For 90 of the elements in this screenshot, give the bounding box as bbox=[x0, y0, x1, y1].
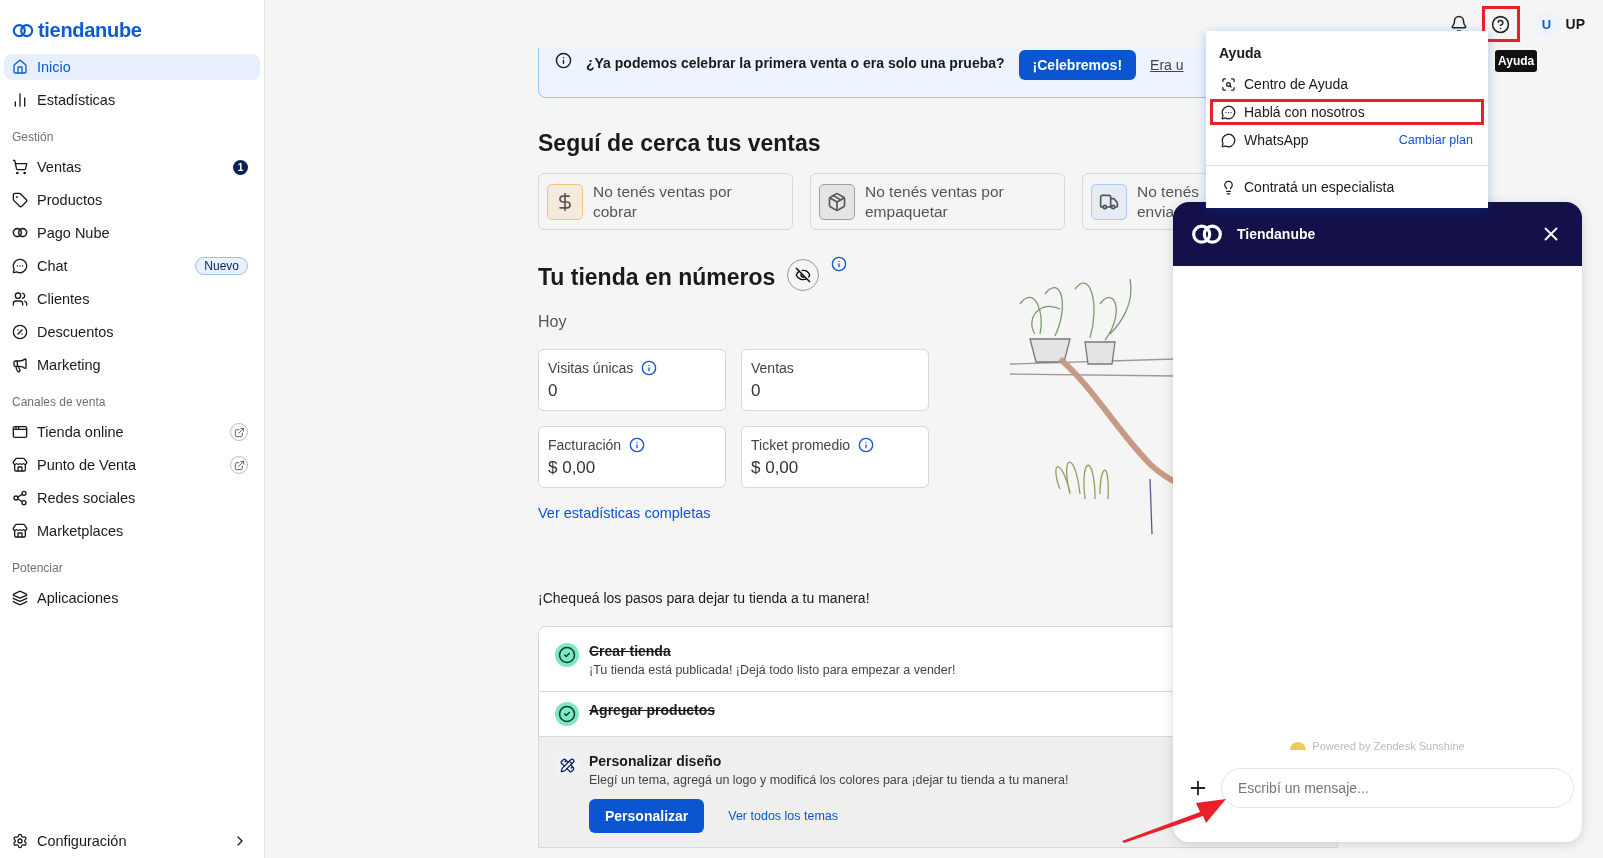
themes-link[interactable]: Ver todos los temas bbox=[728, 809, 839, 823]
menu-item[interactable]: Centro de Ayuda bbox=[1210, 71, 1484, 97]
sidebar-item-icon bbox=[12, 258, 28, 274]
sidebar-item-icon bbox=[12, 357, 28, 373]
message-input[interactable]: Escribí un mensaje... bbox=[1221, 768, 1574, 808]
notifications-bell-icon[interactable] bbox=[1449, 15, 1468, 33]
menu-title: Ayuda bbox=[1218, 45, 1263, 63]
sidebar-heading: Canales de venta bbox=[11, 394, 107, 411]
step-title: Agregar productos bbox=[589, 702, 715, 718]
sidebar-item[interactable]: Marketplaces bbox=[4, 518, 260, 544]
sidebar-item-icon bbox=[12, 490, 28, 506]
banner-text: ¿Ya podemos celebrar la primera venta o era solo una prueba? bbox=[586, 55, 1005, 71]
sidebar-item[interactable]: Clientes bbox=[4, 286, 260, 312]
cloud-logo-icon bbox=[12, 22, 34, 39]
menu-item-icon bbox=[1221, 132, 1236, 148]
sidebar-item[interactable]: Aplicaciones bbox=[4, 585, 260, 611]
info-icon[interactable] bbox=[858, 437, 875, 453]
hide-values-button[interactable] bbox=[787, 259, 820, 291]
step-title: Crear tienda bbox=[589, 643, 672, 659]
statistics-link[interactable]: Ver estadísticas completas bbox=[538, 505, 711, 521]
help-icon bbox=[1491, 14, 1511, 34]
sidebar-item-icon bbox=[12, 59, 28, 75]
menu-item[interactable]: Contratá un especialista bbox=[1210, 174, 1484, 200]
sun-icon bbox=[1290, 742, 1307, 750]
sidebar-item-icon bbox=[12, 92, 28, 108]
metric-value: $ 0,00 bbox=[751, 458, 800, 478]
count-badge: 1 bbox=[233, 159, 248, 175]
chat-title: Tiendanube bbox=[1237, 226, 1317, 242]
user-avatar[interactable]: U bbox=[1533, 11, 1560, 37]
step-title: Personalizar diseño bbox=[589, 753, 723, 769]
menu-item-icon bbox=[1221, 76, 1236, 92]
banner-link[interactable]: Era u bbox=[1150, 57, 1184, 73]
eye-off-icon bbox=[795, 267, 812, 283]
sidebar-item-icon bbox=[12, 291, 28, 307]
metric-label: Facturación bbox=[548, 437, 622, 453]
sidebar-item-icon bbox=[12, 324, 28, 340]
sidebar-item[interactable]: Chat Nuevo bbox=[4, 253, 260, 279]
info-icon bbox=[555, 52, 572, 69]
status-text: No tenés envia bbox=[1137, 181, 1200, 222]
sidebar-item[interactable]: Punto de Venta bbox=[4, 452, 260, 478]
celebrate-button[interactable]: ¡Celebremos! bbox=[1018, 50, 1137, 80]
section-title: Tu tienda en números bbox=[538, 264, 776, 291]
user-name: UP bbox=[1565, 16, 1585, 32]
checklist-title: ¡Chequeá los pasos para dejar tu tienda a tu manera! bbox=[538, 590, 871, 606]
menu-item-icon bbox=[1221, 179, 1236, 195]
sidebar-item-icon bbox=[12, 590, 28, 606]
sidebar-item-icon bbox=[12, 424, 28, 440]
sidebar-item[interactable]: Descuentos bbox=[4, 319, 260, 345]
cloud-logo-icon bbox=[1191, 222, 1223, 246]
step-description: Elegí un tema, agregá un logo y modificá los colores para ¡dejar tu tienda a tu manera! bbox=[589, 773, 1069, 787]
sidebar-item[interactable]: Inicio bbox=[4, 54, 260, 80]
metric-value: 0 bbox=[548, 381, 559, 401]
sidebar-item[interactable]: Marketing bbox=[4, 352, 260, 378]
sidebar-item[interactable]: Redes sociales bbox=[4, 485, 260, 511]
sidebar-item-icon bbox=[12, 523, 28, 539]
sidebar-item[interactable]: Tienda online bbox=[4, 419, 260, 445]
metric-label: Ventas bbox=[751, 360, 794, 376]
status-text: No tenés ventas por empaquetar bbox=[865, 181, 1004, 222]
info-icon[interactable] bbox=[641, 360, 658, 376]
metric-label: Ticket promedio bbox=[751, 437, 851, 453]
sidebar-heading: Gestión bbox=[11, 129, 55, 146]
info-icon[interactable] bbox=[629, 437, 646, 453]
metric-value: $ 0,00 bbox=[548, 458, 597, 478]
menu-item[interactable]: WhatsApp Cambiar plan bbox=[1210, 127, 1484, 153]
menu-item[interactable]: Hablá con nosotros bbox=[1210, 99, 1484, 125]
metric-label: Visitas únicas bbox=[548, 360, 634, 376]
help-tooltip: Ayuda bbox=[1495, 50, 1538, 72]
section-title: Seguí de cerca tus ventas bbox=[538, 130, 821, 157]
settings-item[interactable]: Configuración bbox=[4, 828, 260, 854]
settings-icon bbox=[12, 833, 28, 849]
status-text: No tenés ventas por cobrar bbox=[593, 181, 732, 222]
linked-rings-icon bbox=[12, 227, 28, 239]
sidebar-item-icon bbox=[12, 159, 28, 175]
sidebar-item[interactable]: Ventas 1 bbox=[4, 154, 260, 180]
sidebar-item[interactable]: Estadísticas bbox=[4, 87, 260, 113]
powered-by-text: Powered by Zendesk Sunshine bbox=[1312, 740, 1465, 752]
sidebar-heading: Potenciar bbox=[11, 560, 64, 577]
sidebar-item[interactable]: Pago Nube bbox=[4, 220, 260, 246]
change-plan-link[interactable]: Cambiar plan bbox=[1398, 133, 1473, 147]
step-description: ¡Tu tienda está publicada! ¡Dejá todo listo para empezar a vender! bbox=[589, 663, 956, 677]
menu-item-icon bbox=[1221, 104, 1236, 120]
metric-value: 0 bbox=[751, 381, 762, 401]
sidebar-item-icon bbox=[12, 192, 28, 208]
new-badge: Nuevo bbox=[195, 257, 248, 275]
info-icon[interactable] bbox=[831, 256, 848, 272]
period-label: Hoy bbox=[538, 313, 568, 331]
sidebar-item[interactable]: Productos bbox=[4, 187, 260, 213]
brand-logo: tiendanube bbox=[38, 19, 142, 42]
sidebar-item-icon bbox=[12, 457, 28, 473]
customize-button[interactable]: Personalizar bbox=[589, 799, 705, 833]
